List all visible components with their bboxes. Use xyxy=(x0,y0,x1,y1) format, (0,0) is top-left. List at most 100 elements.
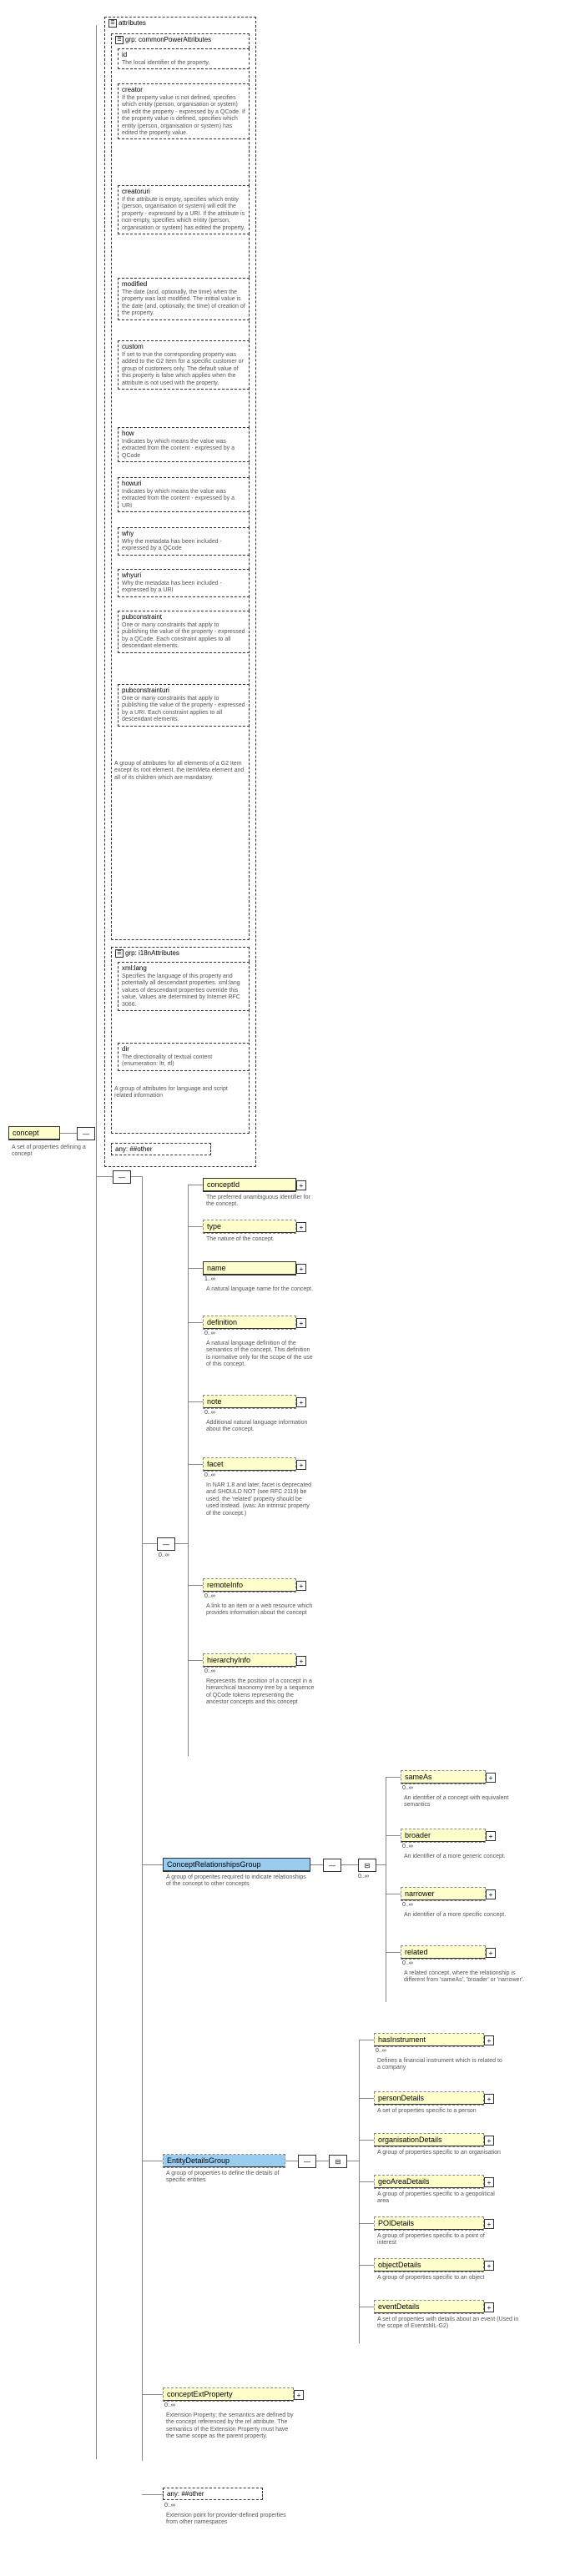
attributes-icon: ☰ xyxy=(108,19,117,28)
entity-details-group: EntityDetailsGroup xyxy=(163,2154,285,2168)
connector xyxy=(188,1322,203,1323)
connector xyxy=(188,1660,203,1661)
attr-id: id The local identifier of the property. xyxy=(118,48,250,69)
expand-icon[interactable]: + xyxy=(296,1460,306,1470)
definition-occ: 0..∞ xyxy=(204,1331,215,1336)
expand-icon[interactable]: + xyxy=(296,1656,306,1666)
sameas-desc: An identifier of a concept with equivale… xyxy=(401,1794,516,1811)
attr-dir: dir The directionality of textual conten… xyxy=(118,1043,250,1071)
any-other-bottom: any: ##other xyxy=(163,2488,263,2500)
child-type: type xyxy=(203,1220,296,1234)
remoteinfo-desc: A link to an item or a web resource whic… xyxy=(203,1602,318,1619)
hierarchyinfo-desc: Represents the position of a concept in … xyxy=(203,1677,318,1708)
expand-icon[interactable]: + xyxy=(486,1831,496,1841)
persondetails: personDetails xyxy=(374,2091,484,2106)
expand-icon[interactable]: + xyxy=(484,2261,494,2271)
children-seq: — xyxy=(157,1537,175,1551)
child-remoteinfo: remoteInfo xyxy=(203,1578,296,1592)
expand-icon[interactable]: + xyxy=(296,1222,306,1232)
any-other-attr: any: ##other xyxy=(111,1143,211,1155)
edg-choice: ⊟ xyxy=(329,2155,347,2168)
crg-choice: ⊟ xyxy=(358,1859,376,1872)
objectdetails-desc: A group of properties specific to an obj… xyxy=(374,2273,506,2283)
expand-icon[interactable]: + xyxy=(486,1948,496,1958)
group-icon: ☰ xyxy=(115,36,124,44)
narrower-desc: An identifier of a more specific concept… xyxy=(401,1910,516,1920)
edg-desc: A group of properties to define the deta… xyxy=(163,2169,290,2186)
expand-icon[interactable]: + xyxy=(296,1180,306,1190)
connector xyxy=(142,1543,157,1544)
objectdetails: objectDetails xyxy=(374,2258,484,2272)
expand-icon[interactable]: + xyxy=(484,2035,494,2045)
expand-icon[interactable]: + xyxy=(296,1318,306,1328)
eventdetails: eventDetails xyxy=(374,2300,484,2314)
attr-how: how Indicates by which means the value w… xyxy=(118,427,250,462)
connector xyxy=(142,2394,163,2395)
connector xyxy=(175,1543,188,1544)
expand-icon[interactable]: + xyxy=(484,2177,494,2187)
attr-pubconstraint: pubconstraint One or many constraints th… xyxy=(118,611,250,653)
expand-icon[interactable]: + xyxy=(296,1581,306,1591)
main-vertical-line xyxy=(96,25,97,2459)
edg-vline xyxy=(359,2040,360,2343)
attr-creatoruri: creatoruri If the attribute is empty, sp… xyxy=(118,185,250,234)
hasinstrument-desc: Defines a financial instrument which is … xyxy=(374,2056,506,2074)
poidetails: POIDetails xyxy=(374,2216,484,2231)
connector xyxy=(386,1952,401,1953)
poidetails-desc: A group of properties specific to a poin… xyxy=(374,2231,506,2249)
hierarchyinfo-occ: 0..∞ xyxy=(204,1668,215,1674)
connector xyxy=(131,1176,142,1177)
expand-icon[interactable]: + xyxy=(484,2219,494,2229)
eventdetails-desc: A set of properties with details about a… xyxy=(374,2315,522,2332)
attr-creator: creator If the property value is not def… xyxy=(118,83,250,139)
connector xyxy=(386,1777,401,1778)
connector xyxy=(359,2140,374,2141)
expand-icon[interactable]: + xyxy=(484,2094,494,2104)
geoareadetails: geoAreaDetails xyxy=(374,2175,484,2189)
expand-icon[interactable]: + xyxy=(484,2136,494,2146)
child-facet: facet xyxy=(203,1457,296,1472)
expand-icon[interactable]: + xyxy=(486,1773,496,1783)
crg-seq: — xyxy=(323,1859,341,1872)
expand-icon[interactable]: + xyxy=(296,1397,306,1407)
narrower-occ: 0..∞ xyxy=(402,1902,413,1908)
organisationdetails-desc: A group of properties specific to an org… xyxy=(374,2148,506,2158)
child-note: note xyxy=(203,1395,296,1409)
definition-desc: A natural language definition of the sem… xyxy=(203,1339,318,1371)
name-desc: A natural language name for the concept. xyxy=(203,1285,318,1295)
sameas: sameAs xyxy=(401,1770,486,1784)
cpa-title: grp: commonPowerAttributes xyxy=(125,36,211,43)
expand-icon[interactable]: + xyxy=(294,2390,304,2400)
related-occ: 0..∞ xyxy=(402,1960,413,1966)
expand-icon[interactable]: + xyxy=(484,2302,494,2312)
note-desc: Additional natural language information … xyxy=(203,1418,318,1436)
connector xyxy=(310,1864,323,1865)
attr-pubconstrainturi: pubconstrainturi One or many constraints… xyxy=(118,684,250,727)
connector xyxy=(376,1864,386,1865)
cep-desc: Extension Property; the semantics are de… xyxy=(163,2411,299,2443)
connector xyxy=(188,1401,203,1402)
related: related xyxy=(401,1945,486,1960)
connector xyxy=(188,1585,203,1586)
child-definition: definition xyxy=(203,1316,296,1330)
connector xyxy=(188,1226,203,1227)
connector xyxy=(359,2181,374,2182)
attr-whyuri: whyuri Why the metadata has been include… xyxy=(118,569,250,597)
geoareadetails-desc: A group of properties specific to a geop… xyxy=(374,2190,506,2207)
connector xyxy=(341,1864,358,1865)
expand-icon[interactable]: + xyxy=(486,1889,496,1899)
anyother-occ: 0..∞ xyxy=(164,2503,175,2508)
connector xyxy=(142,2494,163,2495)
hasinstrument-occ: 0..∞ xyxy=(376,2048,386,2054)
type-desc: The nature of the concept. xyxy=(203,1235,318,1245)
facet-occ: 0..∞ xyxy=(204,1472,215,1478)
connector xyxy=(386,1835,401,1836)
facet-desc: In NAR 1.8 and later, facet is deprecate… xyxy=(203,1481,318,1519)
concept-label: concept xyxy=(9,1127,59,1140)
conceptextproperty: conceptExtProperty xyxy=(163,2387,294,2402)
attr-custom: custom If set to true the corresponding … xyxy=(118,340,250,390)
children-vline xyxy=(142,1176,143,2461)
remoteinfo-occ: 0..∞ xyxy=(204,1593,215,1599)
child-hierarchyinfo: hierarchyInfo xyxy=(203,1653,296,1668)
expand-icon[interactable]: + xyxy=(296,1264,306,1274)
